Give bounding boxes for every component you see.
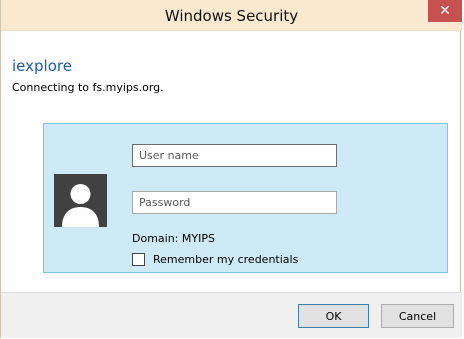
user-icon <box>54 174 107 227</box>
connecting-message: Connecting to fs.myips.org. <box>12 81 164 94</box>
app-name: iexplore <box>12 57 72 75</box>
close-button[interactable]: ✕ <box>428 0 462 22</box>
security-dialog: Windows Security ✕ iexplore Connecting t… <box>0 0 462 338</box>
window-title: Windows Security <box>164 7 299 25</box>
title-bar: Windows Security ✕ <box>1 0 462 31</box>
close-icon: ✕ <box>439 3 451 19</box>
cancel-button[interactable]: Cancel <box>381 304 454 328</box>
password-input[interactable] <box>132 191 337 214</box>
remember-checkbox[interactable] <box>132 252 145 266</box>
ok-button[interactable]: OK <box>298 304 369 328</box>
remember-credentials-option[interactable]: Remember my credentials <box>132 251 298 267</box>
remember-label: Remember my credentials <box>153 252 299 266</box>
username-input[interactable] <box>132 144 337 167</box>
domain-label: Domain: MYIPS <box>132 232 215 245</box>
